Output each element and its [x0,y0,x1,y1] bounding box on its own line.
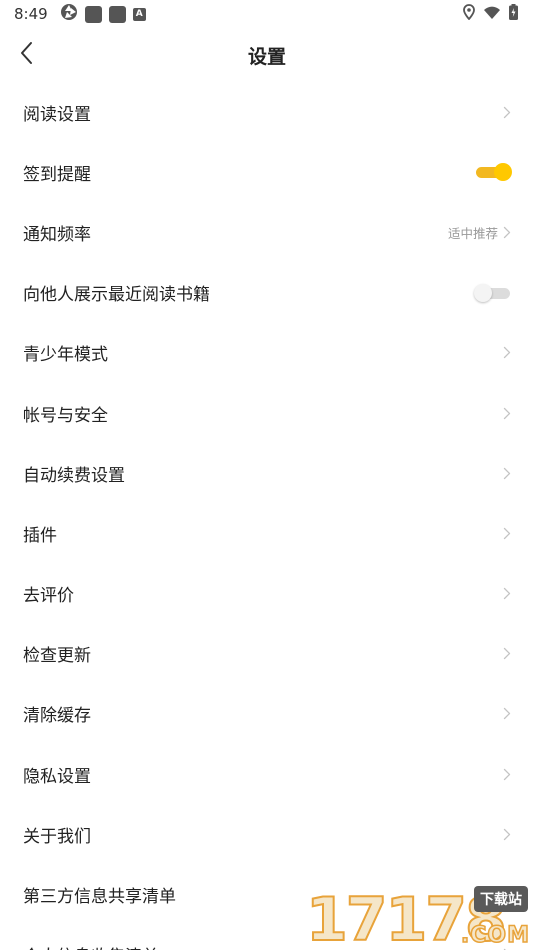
toggle-knob[interactable] [474,283,492,302]
watermark-domain: .COM [460,922,530,949]
chevron-right-icon [502,827,512,841]
settings-row[interactable]: 隐私设置 [0,744,534,804]
settings-row-label: 阅读设置 [23,104,91,125]
settings-row-control: 适中推荐 [448,223,512,242]
settings-row[interactable]: 签到提醒 [0,142,534,202]
settings-row-control [502,406,512,420]
toggle-switch[interactable] [474,282,512,304]
settings-row-label: 检查更新 [23,646,91,667]
chevron-right-icon [502,225,512,239]
settings-row[interactable]: 阅读设置 [0,82,534,142]
settings-row-label: 通知频率 [23,224,91,245]
settings-row-label: 插件 [23,525,57,546]
settings-list: 阅读设置签到提醒通知频率 适中推荐向他人展示最近阅读书籍 青少年模式帐号与安全自动续… [0,82,534,950]
status-bar: 8:49 A [0,0,534,28]
settings-row-value: 适中推荐 [447,225,498,241]
settings-row-control [502,647,512,661]
chevron-right-icon [502,707,512,721]
settings-row-control [502,105,512,119]
settings-row-label: 签到提醒 [23,164,91,185]
settings-row-control [502,466,512,480]
settings-row-label: 去评价 [23,586,74,607]
settings-row-control [474,161,512,183]
app-bar: 设置 [0,28,534,84]
settings-row-control [502,526,512,540]
toggle-knob[interactable] [494,163,512,182]
settings-row-control [502,346,512,360]
settings-row-control [474,282,512,304]
a-notification-icon: A [132,7,146,21]
location-icon [463,4,475,24]
chevron-right-icon [502,647,512,661]
settings-row-control [502,587,512,601]
system-icons [463,4,518,24]
status-time: 8:49 [14,5,48,23]
battery-icon [509,4,518,24]
settings-row[interactable]: 检查更新 [0,624,534,684]
app-notification-icon [84,5,102,23]
settings-row-label: 帐号与安全 [23,405,108,426]
settings-row-label: 自动续费设置 [23,465,125,486]
settings-row-label: 清除缓存 [23,706,91,727]
camera-aperture-icon [60,3,78,25]
notification-icons: A [60,3,146,25]
chevron-right-icon [502,406,512,420]
watermark-logo: 17178 下载站 .COM [305,878,534,950]
settings-row[interactable]: 关于我们 [0,804,534,864]
page-title: 设置 [247,46,286,68]
settings-row-control [502,707,512,721]
settings-row-control [502,827,512,841]
settings-row[interactable]: 自动续费设置 [0,443,534,503]
chevron-right-icon [502,526,512,540]
toggle-switch[interactable] [474,161,512,183]
settings-row[interactable]: 插件 [0,503,534,563]
settings-row[interactable]: 向他人展示最近阅读书籍 [0,263,534,323]
app-notification-icon [108,5,126,23]
settings-row-label: 向他人展示最近阅读书籍 [23,285,210,306]
chevron-right-icon [502,767,512,781]
chevron-right-icon [502,466,512,480]
settings-row[interactable]: 通知频率 适中推荐 [0,202,534,262]
settings-row[interactable]: 去评价 [0,564,534,624]
chevron-right-icon [502,105,512,119]
settings-row[interactable]: 清除缓存 [0,684,534,744]
settings-row-label: 隐私设置 [23,766,91,787]
settings-row-label: 关于我们 [23,826,91,847]
wifi-icon [483,5,501,24]
settings-row-label: 青少年模式 [23,345,108,366]
chevron-right-icon [502,587,512,601]
chevron-right-icon [502,346,512,360]
watermark-badge: 下载站 [474,886,528,912]
settings-row[interactable]: 青少年模式 [0,323,534,383]
settings-row-control [502,767,512,781]
settings-row[interactable]: 帐号与安全 [0,383,534,443]
